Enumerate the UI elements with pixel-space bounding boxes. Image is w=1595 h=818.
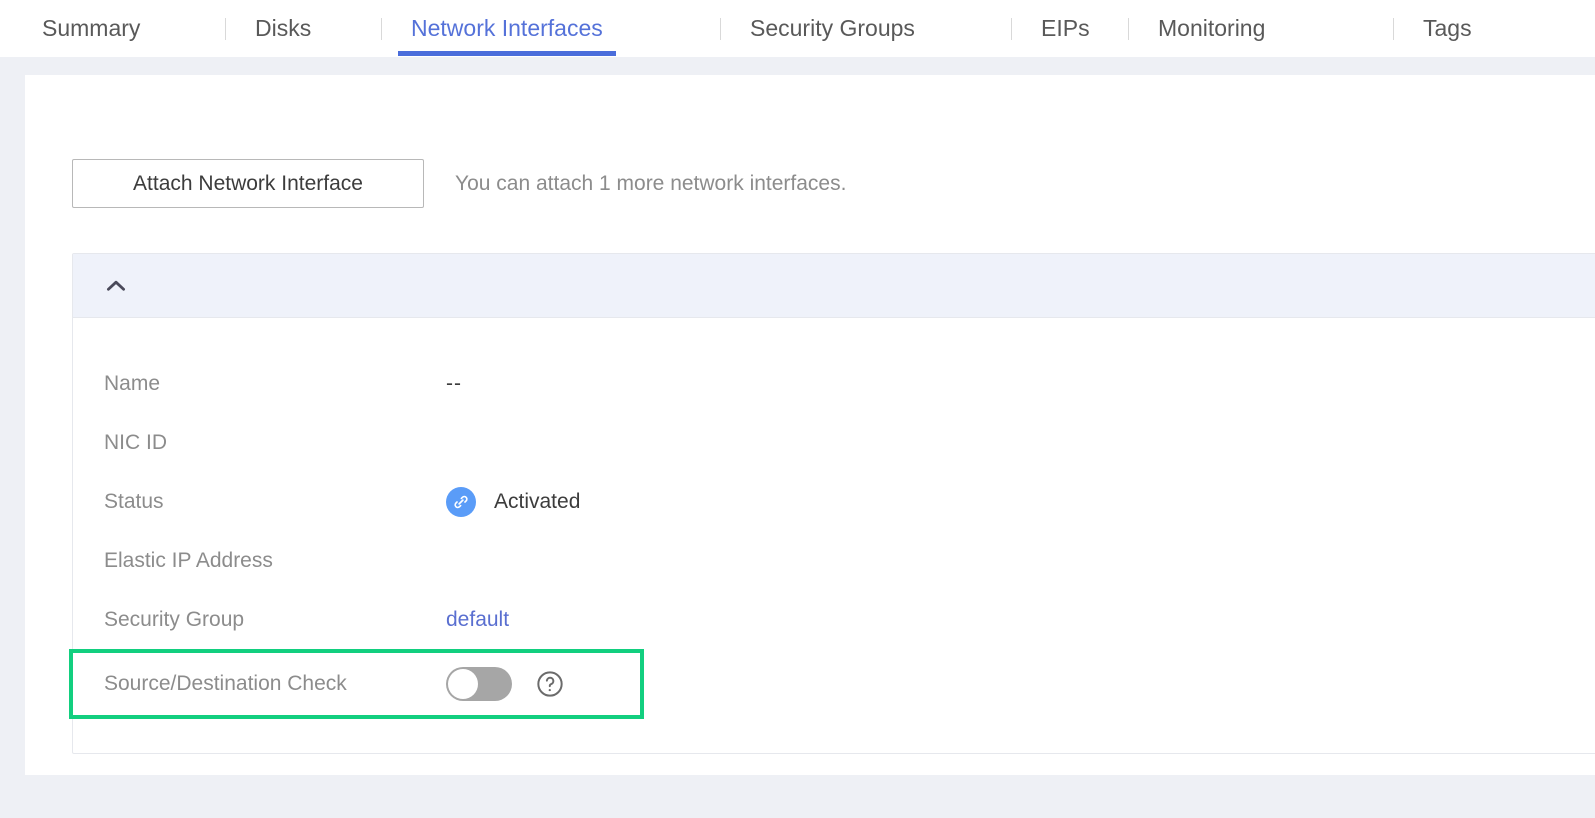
tab-separator [381, 18, 382, 40]
detail-row: NIC ID [73, 413, 1595, 472]
link-circle-icon [446, 486, 476, 517]
question-circle-icon[interactable] [512, 670, 564, 698]
tab-separator [1128, 18, 1129, 40]
tab-tags[interactable]: Tags [1423, 0, 1472, 57]
status-text: Activated [494, 489, 581, 513]
tab-summary[interactable]: Summary [42, 0, 140, 57]
tab-eips[interactable]: EIPs [1041, 0, 1090, 57]
detail-row: Security Group default [73, 590, 1595, 649]
tab-separator [1393, 18, 1394, 40]
tab-separator [720, 18, 721, 40]
detail-row-label: Security Group [104, 607, 245, 631]
toolbar: Attach Network Interface You can attach … [72, 159, 846, 208]
tab-security-groups[interactable]: Security Groups [750, 0, 915, 57]
toggle-knob [448, 669, 478, 699]
network-interface-panel: Name -- NIC ID Status Activated Elastic IP Ad… [69, 253, 1595, 754]
source-destination-check-toggle[interactable] [446, 667, 512, 701]
bottom-strip [0, 790, 1595, 818]
detail-row-label: Source/Destination Check [104, 672, 347, 695]
attach-hint-text: You can attach 1 more network interfaces… [455, 171, 847, 195]
detail-row-label: Elastic IP Address [104, 548, 273, 572]
tab-network-interfaces[interactable]: Network Interfaces [398, 0, 616, 57]
detail-row-value: -- [446, 371, 462, 395]
source-dest-check-control [446, 667, 564, 701]
detail-row: Name -- [73, 354, 1595, 413]
detail-row: Elastic IP Address [73, 531, 1595, 590]
detail-row: Source/Destination Check [69, 649, 644, 719]
tab-monitoring[interactable]: Monitoring [1158, 0, 1265, 57]
status-badge: Activated [446, 486, 581, 517]
tab-disks[interactable]: Disks [255, 0, 311, 57]
detail-row-link[interactable]: default [446, 608, 509, 632]
chevron-up-icon[interactable] [103, 273, 129, 299]
detail-row-label: Status [104, 489, 164, 513]
panel-body: Name -- NIC ID Status Activated Elastic IP Ad… [69, 318, 1595, 753]
detail-row: Status Activated [73, 472, 1595, 531]
panel-collapse-header[interactable] [73, 254, 1595, 318]
attach-network-interface-button[interactable]: Attach Network Interface [72, 159, 424, 208]
tab-separator [225, 18, 226, 40]
detail-row-label: NIC ID [104, 430, 167, 454]
tab-bar: Summary Disks Network Interfaces Security G… [0, 0, 1595, 57]
tab-separator [1011, 18, 1012, 40]
detail-row-label: Name [104, 371, 161, 395]
